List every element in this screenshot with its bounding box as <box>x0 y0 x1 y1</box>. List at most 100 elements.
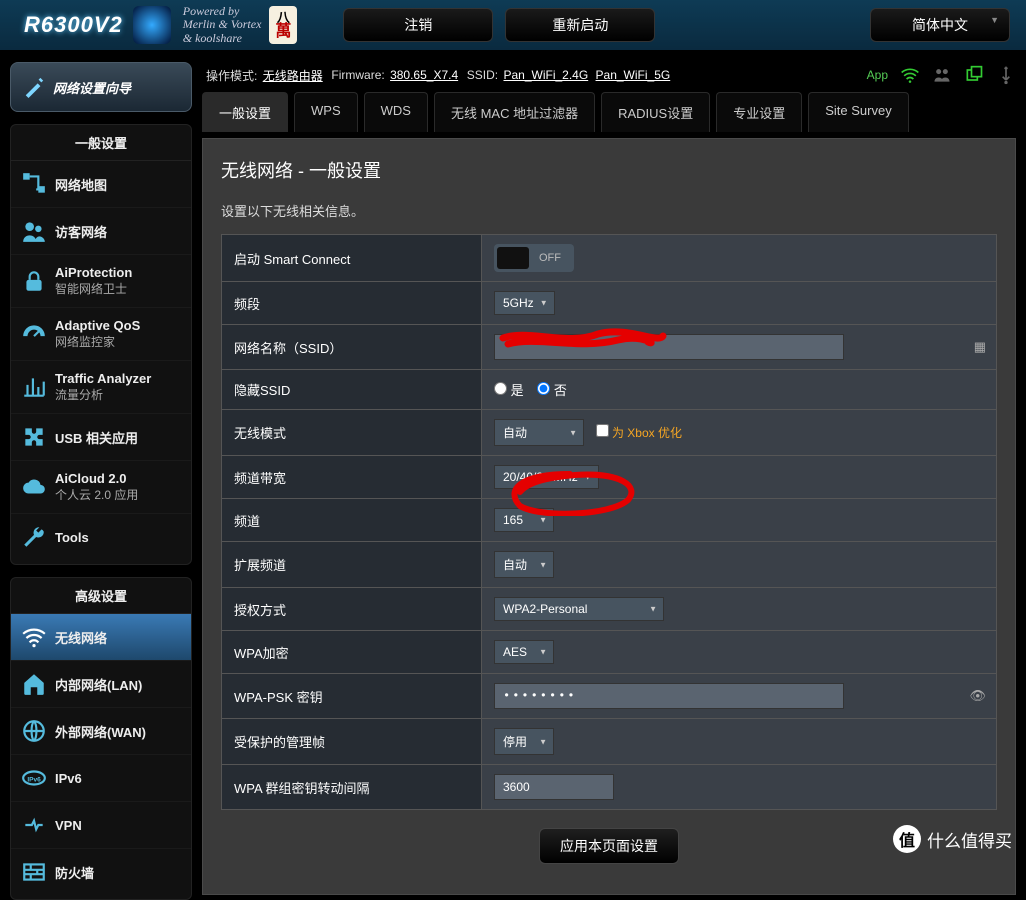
row-bw-label: 频道带宽 <box>222 456 482 499</box>
watermark: 值 什么值得买 <box>893 825 1012 853</box>
home-icon <box>21 671 47 697</box>
ssid24-link[interactable]: Pan_WiFi_2.4G <box>503 68 588 82</box>
tab-macfilter[interactable]: 无线 MAC 地址过滤器 <box>434 92 595 132</box>
clients-icon[interactable] <box>932 65 952 85</box>
sidebar-general-title: 一般设置 <box>11 125 191 161</box>
ipv6-icon: IPv6 <box>21 765 47 791</box>
row-mode-label: 无线模式 <box>222 410 482 456</box>
globe-icon <box>21 718 47 744</box>
hide-no-radio[interactable]: 否 <box>537 383 567 398</box>
row-ssid-label: 网络名称（SSID） <box>222 325 482 370</box>
status-bar: 操作模式: 无线路由器 Firmware: 380.65_X7.4 SSID: … <box>202 62 1016 92</box>
psk-input[interactable] <box>494 683 844 709</box>
xbox-checkbox[interactable]: 为 Xbox 优化 <box>596 426 682 440</box>
ssid5-link[interactable]: Pan_WiFi_5G <box>596 68 671 82</box>
auth-select[interactable]: WPA2-Personal <box>494 597 664 621</box>
ext-select[interactable]: 自动 <box>494 551 554 578</box>
puzzle-icon <box>21 424 47 450</box>
settings-panel: 无线网络 - 一般设置 设置以下无线相关信息。 启动 Smart Connect… <box>202 138 1016 895</box>
enc-select[interactable]: AES <box>494 640 554 664</box>
chart-icon <box>21 374 47 400</box>
rekey-input[interactable] <box>494 774 614 800</box>
wifi-icon <box>21 624 47 650</box>
sidebar-item-traffic[interactable]: Traffic Analyzer流量分析 <box>11 361 191 414</box>
sidebar-item-wireless[interactable]: 无线网络 <box>11 614 191 661</box>
row-enc-label: WPA加密 <box>222 631 482 674</box>
hide-yes-radio[interactable]: 是 <box>494 383 524 398</box>
pmf-select[interactable]: 停用 <box>494 728 554 755</box>
sidebar: 网络设置向导 一般设置 网络地图 访客网络 AiProtection智能网络卫士… <box>10 62 192 860</box>
sidebar-item-lan[interactable]: 内部网络(LAN) <box>11 661 191 708</box>
tab-pro[interactable]: 专业设置 <box>716 92 802 132</box>
netmap-icon <box>21 171 47 197</box>
content-area: 操作模式: 无线路由器 Firmware: 380.65_X7.4 SSID: … <box>202 62 1016 860</box>
row-hide-label: 隐藏SSID <box>222 370 482 410</box>
logo-icon <box>133 6 171 44</box>
sidebar-item-usb[interactable]: USB 相关应用 <box>11 414 191 461</box>
tab-wps[interactable]: WPS <box>294 92 358 132</box>
row-smartconnect-label: 启动 Smart Connect <box>222 235 482 282</box>
mahjong-icon: 八萬 <box>269 6 297 44</box>
row-band-label: 频段 <box>222 282 482 325</box>
sidebar-advanced-title: 高级设置 <box>11 578 191 614</box>
gauge-icon <box>21 321 47 347</box>
opmode-link[interactable]: 无线路由器 <box>263 67 323 84</box>
tab-survey[interactable]: Site Survey <box>808 92 908 132</box>
top-bar: R6300V2 Powered by Merlin & Vortex & koo… <box>0 0 1026 50</box>
powered-by: Powered by Merlin & Vortex & koolshare <box>183 5 262 45</box>
channel-select[interactable]: 165 <box>494 508 554 532</box>
ssid-input[interactable] <box>494 334 844 360</box>
row-auth-label: 授权方式 <box>222 588 482 631</box>
sidebar-item-aicloud[interactable]: AiCloud 2.0个人云 2.0 应用 <box>11 461 191 514</box>
model-name: R6300V2 <box>24 12 123 38</box>
reboot-button[interactable]: 重新启动 <box>505 8 655 42</box>
wizard-button[interactable]: 网络设置向导 <box>10 62 192 112</box>
sidebar-item-qos[interactable]: Adaptive QoS网络监控家 <box>11 308 191 361</box>
wifi-status-icon[interactable] <box>900 65 920 85</box>
sidebar-general: 一般设置 网络地图 访客网络 AiProtection智能网络卫士 Adapti… <box>10 124 192 565</box>
lock-icon <box>21 268 47 294</box>
row-ext-label: 扩展频道 <box>222 542 482 588</box>
guests-icon <box>21 218 47 244</box>
logout-button[interactable]: 注销 <box>343 8 493 42</box>
language-select[interactable]: 简体中文 <box>870 8 1010 42</box>
band-select[interactable]: 5GHz <box>494 291 555 315</box>
apply-button[interactable]: 应用本页面设置 <box>539 828 679 864</box>
tab-bar: 一般设置 WPS WDS 无线 MAC 地址过滤器 RADIUS设置 专业设置 … <box>202 92 1016 132</box>
sidebar-item-guest[interactable]: 访客网络 <box>11 208 191 255</box>
vpn-icon <box>21 812 47 838</box>
row-rekey-label: WPA 群组密钥转动间隔 <box>222 765 482 810</box>
sidebar-item-vpn[interactable]: VPN <box>11 802 191 849</box>
settings-table: 启动 Smart Connect OFF 频段 5GHz 网络名称（SSID） … <box>221 234 997 810</box>
sidebar-item-ipv6[interactable]: IPv6 IPv6 <box>11 755 191 802</box>
wand-icon <box>23 76 45 98</box>
panel-title: 无线网络 - 一般设置 <box>221 157 997 183</box>
row-psk-label: WPA-PSK 密钥 <box>222 674 482 719</box>
watermark-icon: 值 <box>893 825 921 853</box>
firewall-icon <box>21 859 47 885</box>
sidebar-item-firewall[interactable]: 防火墙 <box>11 849 191 895</box>
tab-general[interactable]: 一般设置 <box>202 92 288 132</box>
sidebar-item-tools[interactable]: Tools <box>11 514 191 560</box>
tab-wds[interactable]: WDS <box>364 92 428 132</box>
eye-icon[interactable]: 👁 <box>969 688 986 704</box>
row-channel-label: 频道 <box>222 499 482 542</box>
smartconnect-toggle[interactable]: OFF <box>494 244 574 272</box>
contacts-icon[interactable]: ▦ <box>974 339 986 355</box>
firmware-link[interactable]: 380.65_X7.4 <box>390 68 458 82</box>
svg-text:IPv6: IPv6 <box>27 776 41 783</box>
sidebar-item-netmap[interactable]: 网络地图 <box>11 161 191 208</box>
tab-radius[interactable]: RADIUS设置 <box>601 92 710 132</box>
panel-desc: 设置以下无线相关信息。 <box>221 201 997 220</box>
row-pmf-label: 受保护的管理帧 <box>222 719 482 765</box>
wrench-icon <box>21 524 47 550</box>
bw-select[interactable]: 20/40/80 MHz <box>494 465 599 489</box>
mode-select[interactable]: 自动 <box>494 419 584 446</box>
app-link[interactable]: App <box>867 68 888 82</box>
usb-status-icon[interactable] <box>996 65 1016 85</box>
sidebar-item-wan[interactable]: 外部网络(WAN) <box>11 708 191 755</box>
wan-status-icon[interactable] <box>964 65 984 85</box>
sidebar-advanced: 高级设置 无线网络 内部网络(LAN) 外部网络(WAN) IPv6 IPv6 … <box>10 577 192 900</box>
cloud-icon <box>21 474 47 500</box>
sidebar-item-aiprotect[interactable]: AiProtection智能网络卫士 <box>11 255 191 308</box>
